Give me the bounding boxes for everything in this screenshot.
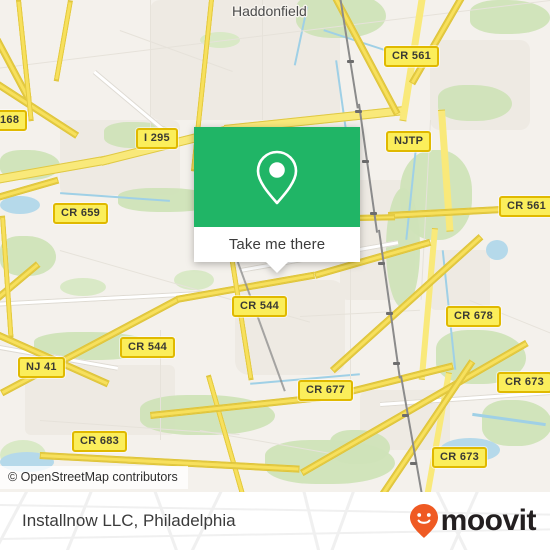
railway-tick [378, 262, 385, 265]
road-shield: NJ 41 [18, 357, 65, 378]
road-shield: CR 677 [298, 380, 354, 401]
minor-road [350, 260, 351, 390]
road-shield: CR 673 [497, 372, 550, 393]
green-area [174, 270, 214, 290]
railway-tick [386, 312, 393, 315]
highway [53, 0, 73, 82]
moovit-smiley-pin-icon [409, 504, 438, 538]
popup-header [194, 127, 360, 227]
moovit-wordmark: moovit [440, 504, 537, 537]
footer-bar: Installnow LLC, Philadelphia moovit [0, 492, 550, 550]
popup-footer[interactable]: Take me there [194, 227, 360, 262]
moovit-brand[interactable]: moovit [409, 503, 537, 539]
osm-attribution[interactable]: © OpenStreetMap contributors [0, 466, 188, 489]
railway-tick [370, 212, 377, 215]
map-canvas[interactable]: 168 I 295 CR 561 NJTP CR 561 CR 659 CR 5… [0, 0, 550, 492]
road-shield: CR 683 [72, 431, 128, 452]
road-shield: NJTP [386, 131, 432, 152]
road-shield: CR 673 [432, 447, 488, 468]
road-shield: CR 561 [499, 196, 550, 217]
water-body [486, 240, 508, 260]
railway-tick [362, 160, 369, 163]
location-popup-card[interactable]: Take me there [194, 127, 360, 273]
railway-tick [393, 362, 400, 365]
road-shield: I 295 [136, 128, 178, 149]
road-shield: CR 678 [446, 306, 502, 327]
road-shield: CR 544 [120, 337, 176, 358]
road-shield: 168 [0, 110, 28, 131]
road-shield: CR 659 [53, 203, 109, 224]
highway [0, 215, 14, 338]
moovit-map-screenshot: 168 I 295 CR 561 NJTP CR 561 CR 659 CR 5… [0, 0, 550, 550]
railway-tick [410, 462, 417, 465]
railway-tick [402, 414, 409, 417]
road-shield: CR 561 [384, 46, 440, 67]
urban-area [235, 280, 345, 375]
green-area [60, 278, 106, 296]
road-shield: CR 544 [232, 296, 288, 317]
minor-road [150, 0, 151, 130]
map-pin-icon [256, 150, 298, 205]
place-label-haddonfield: Haddonfield [232, 3, 307, 19]
take-me-there-label: Take me there [228, 236, 326, 253]
location-title: Installnow LLC, Philadelphia [22, 511, 236, 530]
railway-tick [355, 110, 362, 113]
green-area [438, 85, 512, 121]
popup-pointer-tail [266, 262, 288, 273]
railway-tick [347, 60, 354, 63]
